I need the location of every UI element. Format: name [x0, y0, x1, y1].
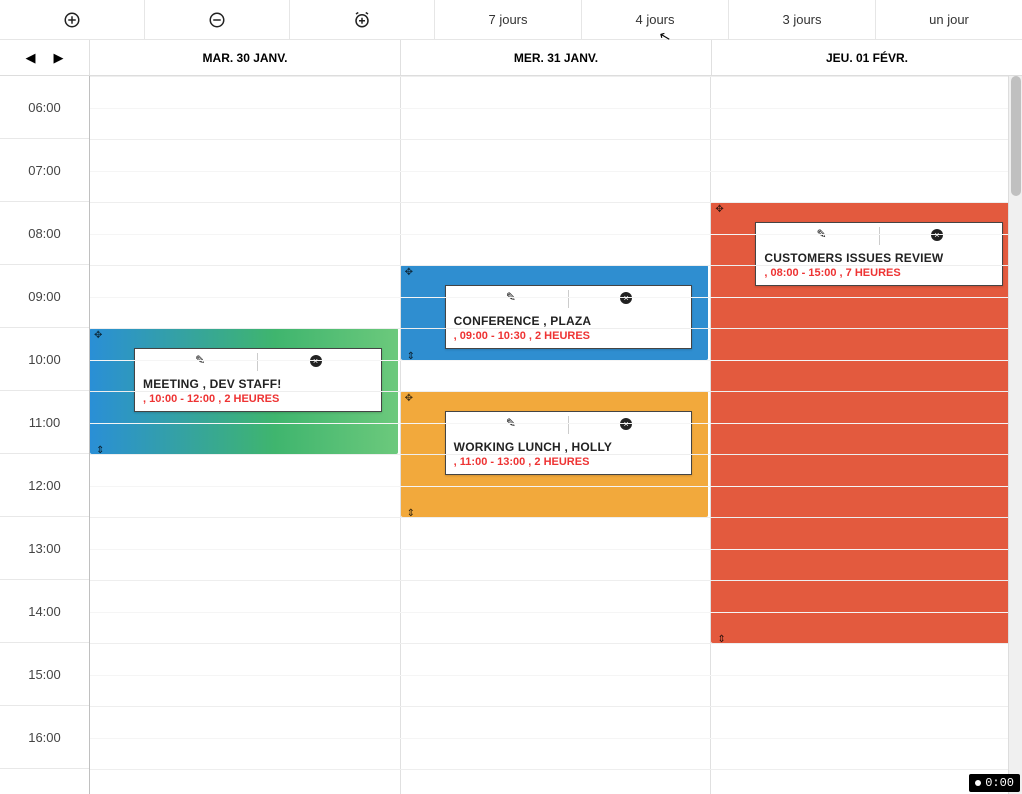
day-header-row: ◀ ▶ MAR. 30 JANV. MER. 31 JANV. JEU. 01 …: [0, 40, 1022, 76]
event-time: , 11:00 - 13:00 , 2 HEURES: [454, 456, 684, 468]
event-title: CONFERENCE , PLAZA: [454, 314, 684, 328]
scrollbar-thumb[interactable]: [1011, 76, 1021, 196]
move-handle-icon[interactable]: ✥: [405, 393, 413, 404]
event-card: ✎ × WORKING LUNCH , HOLLY , 11:00 - 13:00 ,…: [445, 411, 693, 475]
hour-label: 11:00: [0, 391, 89, 454]
prev-button[interactable]: ◀: [26, 50, 36, 66]
next-button[interactable]: ▶: [54, 50, 64, 66]
event-time: , 10:00 - 12:00 , 2 HEURES: [143, 393, 373, 405]
event-title: CUSTOMERS ISSUES REVIEW: [764, 251, 994, 265]
delete-event-button[interactable]: ×: [569, 290, 683, 308]
day-column[interactable]: ✥ ✎ × MEETING , DEV STAFF! , 10:00 - 12:00 ,…: [90, 76, 401, 794]
calendar-body: 06:0007:0008:0009:0010:0011:0012:0013:00…: [0, 76, 1022, 794]
day-header: JEU. 01 FÉVR.: [712, 40, 1022, 75]
delete-event-button[interactable]: ×: [569, 416, 683, 434]
edit-event-button[interactable]: ✎: [143, 353, 257, 371]
timer-text: 0:00: [985, 776, 1014, 790]
add-event-button[interactable]: [290, 0, 435, 39]
day-column[interactable]: ✥ ✎ × CUSTOMERS ISSUES REVIEW , 08:00 - 15:0…: [711, 76, 1022, 794]
delete-event-button[interactable]: ×: [880, 227, 994, 245]
minus-circle-icon: [208, 11, 226, 29]
toolbar: 7 jours 4 jours 3 jours un jour: [0, 0, 1022, 40]
calendar-event[interactable]: ✥ ✎ × CONFERENCE , PLAZA , 09:00 - 10:30 , 2…: [401, 265, 709, 360]
edit-event-button[interactable]: ✎: [454, 416, 568, 434]
hour-label: 07:00: [0, 139, 89, 202]
close-circle-icon: ×: [620, 292, 632, 304]
day-column[interactable]: ✥ ✎ × CONFERENCE , PLAZA , 09:00 - 10:30 , 2…: [401, 76, 712, 794]
move-handle-icon[interactable]: ✥: [715, 204, 723, 215]
move-handle-icon[interactable]: ✥: [405, 267, 413, 278]
hour-label: 08:00: [0, 202, 89, 265]
close-circle-icon: ×: [931, 229, 943, 241]
view-7-days-button[interactable]: 7 jours: [435, 0, 582, 39]
event-title: WORKING LUNCH , HOLLY: [454, 440, 684, 454]
event-card: ✎ × CONFERENCE , PLAZA , 09:00 - 10:30 , 2 …: [445, 285, 693, 349]
hour-label: 14:00: [0, 580, 89, 643]
record-dot-icon: [975, 780, 981, 786]
hour-label: 13:00: [0, 517, 89, 580]
calendar-grid[interactable]: ✥ ✎ × MEETING , DEV STAFF! , 10:00 - 12:00 ,…: [90, 76, 1022, 794]
close-circle-icon: ×: [310, 355, 322, 367]
event-card: ✎ × CUSTOMERS ISSUES REVIEW , 08:00 - 15:00…: [755, 222, 1003, 286]
day-header: MER. 31 JANV.: [401, 40, 712, 75]
hour-label: 16:00: [0, 706, 89, 769]
event-card: ✎ × MEETING , DEV STAFF! , 10:00 - 12:00 , …: [134, 348, 382, 412]
plus-circle-icon: [63, 11, 81, 29]
edit-event-button[interactable]: ✎: [764, 227, 878, 245]
move-handle-icon[interactable]: ✥: [94, 330, 102, 341]
zoom-out-button[interactable]: [145, 0, 290, 39]
hour-label: 09:00: [0, 265, 89, 328]
zoom-in-button[interactable]: [0, 0, 145, 39]
nav-arrows: ◀ ▶: [0, 40, 90, 75]
hour-label: 15:00: [0, 643, 89, 706]
hour-label: 12:00: [0, 454, 89, 517]
view-4-days-button[interactable]: 4 jours: [582, 0, 729, 39]
close-circle-icon: ×: [620, 418, 632, 430]
time-gutter: 06:0007:0008:0009:0010:0011:0012:0013:00…: [0, 76, 90, 794]
event-time: , 08:00 - 15:00 , 7 HEURES: [764, 267, 994, 279]
edit-event-button[interactable]: ✎: [454, 290, 568, 308]
recorder-timer: 0:00: [969, 774, 1020, 792]
hour-label: 06:00: [0, 76, 89, 139]
delete-event-button[interactable]: ×: [258, 353, 372, 371]
event-title: MEETING , DEV STAFF!: [143, 377, 373, 391]
alarm-add-icon: [353, 11, 371, 29]
vertical-scrollbar[interactable]: [1008, 76, 1022, 794]
event-time: , 09:00 - 10:30 , 2 HEURES: [454, 330, 684, 342]
hour-label: 10:00: [0, 328, 89, 391]
view-1-day-button[interactable]: un jour: [876, 0, 1022, 39]
day-head-container: MAR. 30 JANV. MER. 31 JANV. JEU. 01 FÉVR…: [90, 40, 1022, 75]
day-header: MAR. 30 JANV.: [90, 40, 401, 75]
view-3-days-button[interactable]: 3 jours: [729, 0, 876, 39]
